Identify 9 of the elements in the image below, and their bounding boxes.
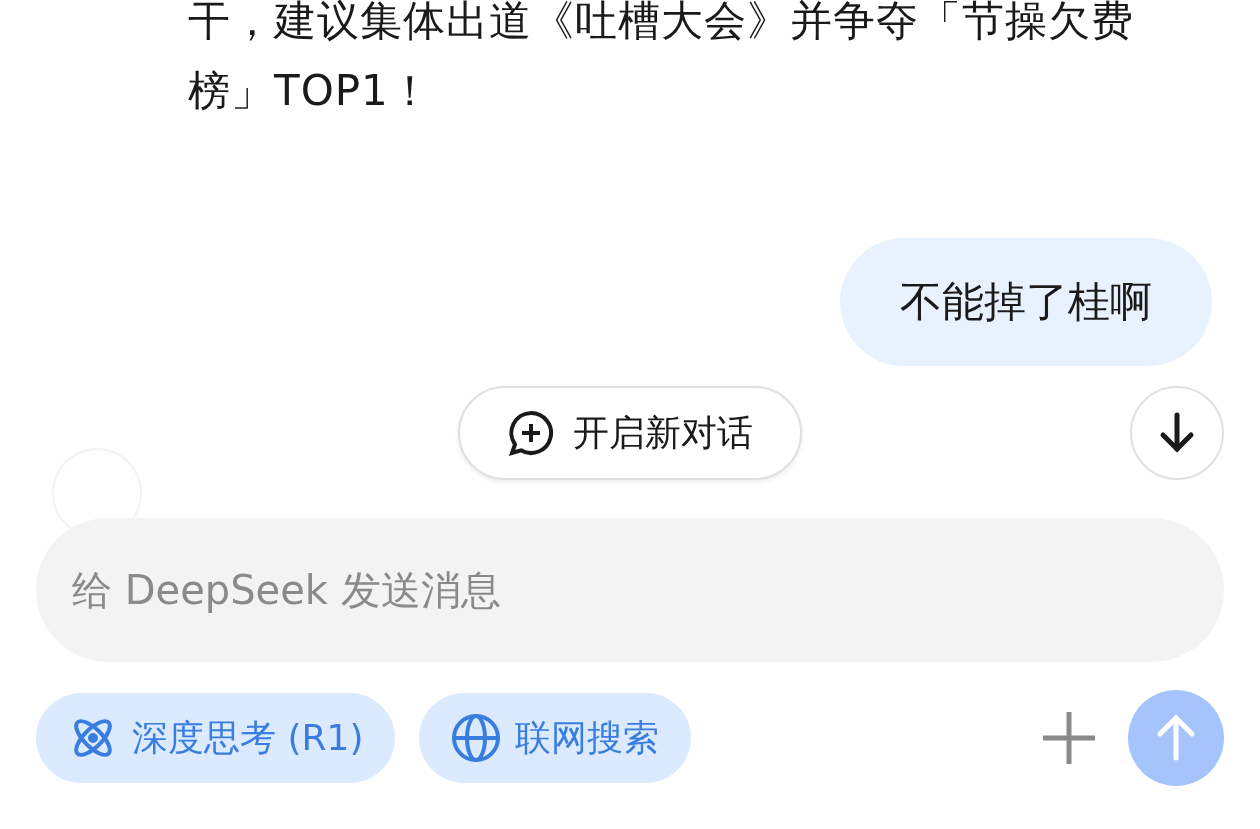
chat-plus-icon [507,409,555,457]
message-input[interactable]: 给 DeepSeek 发送消息 [36,518,1224,662]
new-chat-button[interactable]: 开启新对话 [458,386,802,480]
user-message: 不能掉了桂啊 [840,238,1212,366]
reply-text: 干，建议集体出道《吐槽大会》并争夺「节操欠费榜」TOP1！ [188,0,1135,117]
globe-icon [451,713,502,763]
mode-toggle[interactable]: 深度思考 (R1) [36,693,396,783]
mode-toggle[interactable]: 联网搜索 [419,693,692,783]
plus-icon [1041,710,1097,766]
